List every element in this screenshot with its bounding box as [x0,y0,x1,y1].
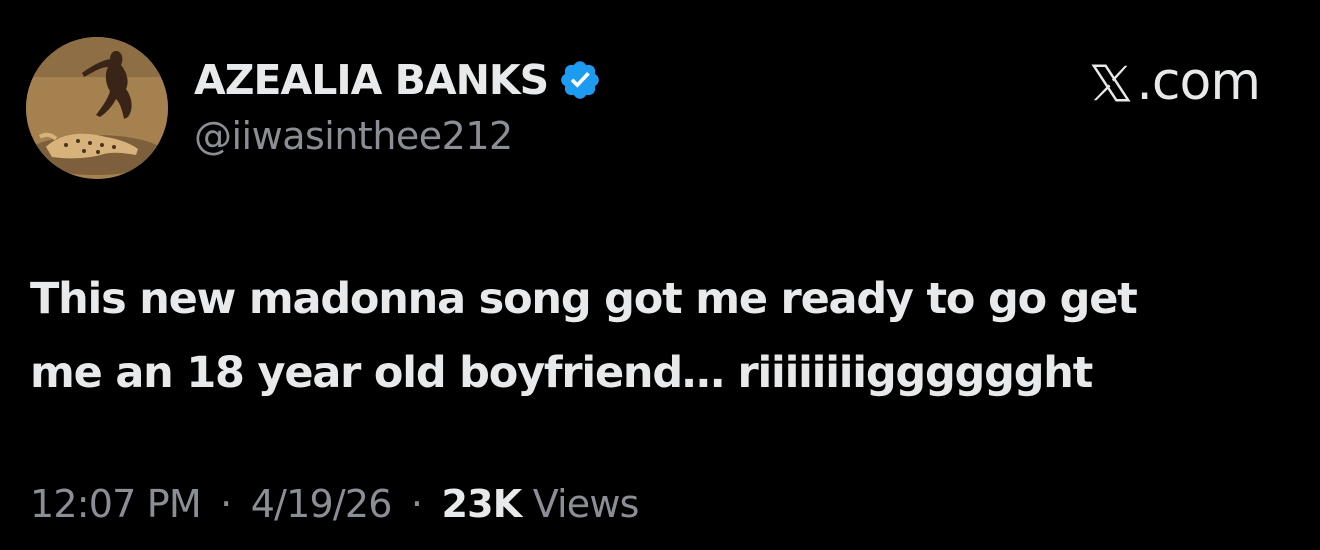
tweet-time[interactable]: 12:07 PM [30,482,202,526]
views-count[interactable]: 23K [441,482,522,526]
tweet-text-line: me an 18 year old boyfriend… riiiiiiiigg… [30,348,1093,398]
meta-separator: · [220,482,232,526]
meta-separator: · [410,482,423,526]
tweet-text-line: This new madonna song got me ready to go… [30,274,1138,324]
avatar[interactable] [26,37,168,179]
tweet-card: AZEALIA BANKS @iiwasinthee212 .com This … [0,0,1320,550]
tweet-meta: 12:07 PM · 4/19/26 · 23K Views [30,482,639,526]
views-label: Views [532,482,640,526]
x-logo-icon [1088,59,1134,105]
avatar-image [26,37,168,179]
tweet-date[interactable]: 4/19/26 [251,482,393,526]
brand-suffix: .com [1136,52,1261,112]
display-name[interactable]: AZEALIA BANKS [194,56,549,104]
user-handle[interactable]: @iiwasinthee212 [194,114,513,158]
display-name-row: AZEALIA BANKS [194,52,602,108]
brand-label: .com [1088,52,1261,112]
tweet-text: This new madonna song got me ready to go… [30,262,1290,410]
verified-badge-icon [558,58,602,102]
